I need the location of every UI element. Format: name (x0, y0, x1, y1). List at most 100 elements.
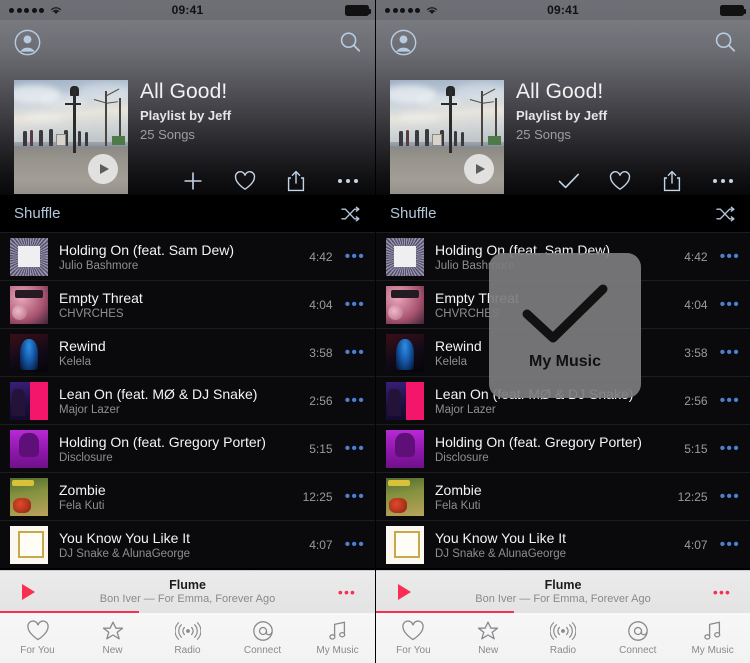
play-icon[interactable] (88, 154, 118, 184)
table-row[interactable]: Zombie Fela Kuti 12:25 ••• (0, 472, 375, 520)
table-row[interactable]: Zombie Fela Kuti 12:25 ••• (376, 472, 750, 520)
header-top-bar (376, 20, 750, 64)
track-more-button[interactable]: ••• (720, 392, 740, 409)
track-more-button[interactable]: ••• (345, 296, 365, 313)
track-more-button[interactable]: ••• (720, 296, 740, 313)
table-row[interactable]: Holding On (feat. Gregory Porter) Disclo… (0, 424, 375, 472)
battery-full-icon (345, 4, 371, 16)
tab-radio[interactable]: Radio (526, 613, 601, 663)
tab-connect[interactable]: Connect (225, 613, 300, 663)
share-button[interactable] (283, 168, 309, 194)
shuffle-row[interactable]: Shuffle (0, 195, 375, 232)
ellipsis-icon (337, 179, 358, 183)
track-duration: 5:15 (684, 441, 708, 456)
track-more-button[interactable]: ••• (720, 344, 740, 361)
play-icon[interactable] (464, 154, 494, 184)
search-icon[interactable] (339, 31, 361, 53)
tab-for-you[interactable]: For You (376, 613, 451, 663)
profile-icon[interactable] (14, 29, 41, 56)
add-button[interactable] (180, 168, 206, 194)
track-more-button[interactable]: ••• (345, 440, 365, 457)
profile-icon[interactable] (390, 29, 417, 56)
share-button[interactable] (659, 168, 685, 194)
table-row[interactable]: Empty Threat CHVRCHES 4:04 ••• (0, 280, 375, 328)
playlist-subtitle: Playlist by Jeff (516, 108, 608, 123)
playlist-title: All Good! (516, 80, 604, 103)
track-more-button[interactable]: ••• (345, 392, 365, 409)
shuffle-icon[interactable] (341, 206, 361, 222)
playlist-artwork[interactable] (390, 80, 504, 194)
tab-label: Connect (243, 645, 282, 656)
album-art (10, 429, 48, 468)
track-artist: Disclosure (435, 451, 489, 464)
now-playing-more-button[interactable]: ••• (319, 584, 375, 600)
track-artist: DJ Snake & AlunaGeorge (59, 547, 191, 560)
tab-label: For You (396, 645, 431, 656)
status-bar-time: 09:41 (547, 3, 579, 17)
tab-new[interactable]: New (451, 613, 526, 663)
album-art (386, 429, 424, 468)
play-button[interactable] (376, 584, 432, 600)
battery-full-icon (720, 4, 746, 16)
album-art (386, 381, 424, 420)
tab-new[interactable]: New (75, 613, 150, 663)
track-title: Empty Threat (59, 289, 143, 306)
share-icon (288, 170, 305, 192)
now-playing-title: Flume (169, 577, 206, 592)
tab-label: My Music (316, 645, 359, 656)
album-art (10, 333, 48, 372)
more-button[interactable] (710, 168, 736, 194)
love-button[interactable] (232, 168, 258, 194)
tab-connect[interactable]: Connect (600, 613, 675, 663)
track-more-button[interactable]: ••• (345, 488, 365, 505)
more-button[interactable] (335, 168, 361, 194)
album-art (386, 477, 424, 516)
tab-my-music[interactable]: My Music (675, 613, 750, 663)
playlist-title: All Good! (140, 80, 228, 103)
status-bar-time: 09:41 (171, 3, 204, 17)
added-button[interactable] (556, 168, 582, 194)
track-duration: 3:58 (684, 345, 708, 360)
play-button[interactable] (0, 584, 56, 600)
heart-icon (234, 171, 255, 191)
track-duration: 12:25 (302, 489, 333, 504)
tab-radio[interactable]: Radio (150, 613, 225, 663)
shuffle-icon[interactable] (716, 206, 736, 222)
track-artist: Fela Kuti (59, 499, 105, 512)
table-row[interactable]: Holding On (feat. Gregory Porter) Disclo… (376, 424, 750, 472)
search-icon[interactable] (714, 31, 736, 53)
playlist-artwork[interactable] (14, 80, 128, 194)
track-more-button[interactable]: ••• (720, 536, 740, 553)
track-duration: 4:42 (684, 249, 708, 264)
track-duration: 12:25 (677, 489, 708, 504)
shuffle-label: Shuffle (390, 205, 437, 222)
track-more-button[interactable]: ••• (345, 536, 365, 553)
phone-screen-after: 09:41 All Good! Playlist by Jeff 25 Song… (375, 0, 750, 663)
now-playing-more-button[interactable]: ••• (694, 584, 750, 600)
table-row[interactable]: Rewind Kelela 3:58 ••• (0, 328, 375, 376)
track-title: Zombie (59, 481, 106, 498)
track-more-button[interactable]: ••• (345, 344, 365, 361)
playlist-song-count: 25 Songs (516, 127, 571, 142)
playlist-meta: All Good! Playlist by Jeff 25 Songs (140, 80, 361, 142)
track-more-button[interactable]: ••• (345, 248, 365, 265)
tab-bar: For You New Radio Connect My Music (0, 613, 375, 663)
track-more-button[interactable]: ••• (720, 248, 740, 265)
playlist-subtitle: Playlist by Jeff (140, 108, 232, 123)
track-more-button[interactable]: ••• (720, 488, 740, 505)
table-row[interactable]: You Know You Like It DJ Snake & AlunaGeo… (376, 520, 750, 568)
table-row[interactable]: Lean On (feat. MØ & DJ Snake) Major Laze… (0, 376, 375, 424)
album-art (10, 285, 48, 324)
tab-for-you[interactable]: For You (0, 613, 75, 663)
now-playing-bar[interactable]: Flume Bon Iver — For Emma, Forever Ago •… (0, 570, 375, 613)
track-title: Holding On (feat. Gregory Porter) (435, 433, 642, 450)
tab-my-music[interactable]: My Music (300, 613, 375, 663)
love-button[interactable] (607, 168, 633, 194)
track-artist: Kelela (59, 355, 91, 368)
shuffle-row[interactable]: Shuffle (376, 195, 750, 232)
track-artist: Julio Bashmore (59, 259, 139, 272)
table-row[interactable]: Holding On (feat. Sam Dew) Julio Bashmor… (0, 232, 375, 280)
track-more-button[interactable]: ••• (720, 440, 740, 457)
now-playing-bar[interactable]: Flume Bon Iver — For Emma, Forever Ago •… (376, 570, 750, 613)
table-row[interactable]: You Know You Like It DJ Snake & AlunaGeo… (0, 520, 375, 568)
